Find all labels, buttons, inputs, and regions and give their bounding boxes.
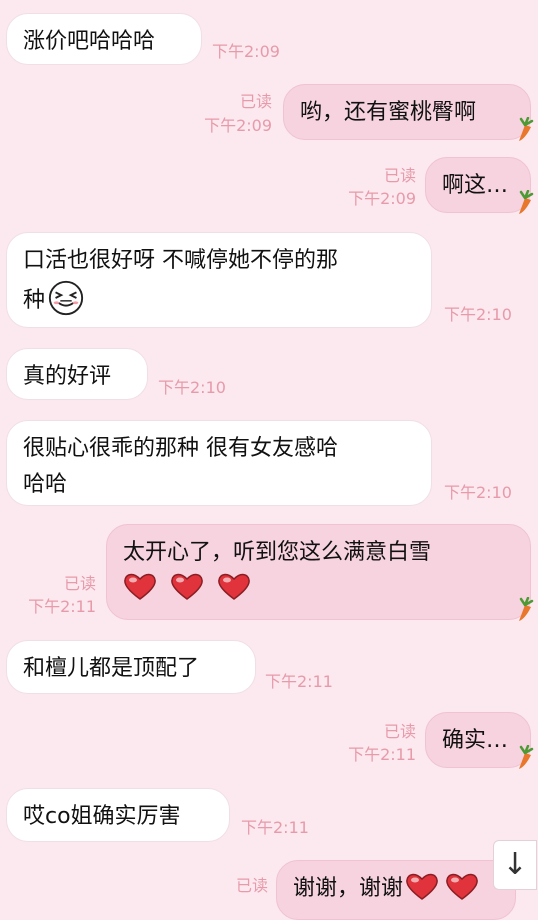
heart-icon — [218, 573, 250, 600]
message-bubble-incoming[interactable]: 和檀儿都是顶配了 — [6, 640, 256, 694]
message-bubble-outgoing[interactable]: 哟，还有蜜桃臀啊 — [283, 84, 531, 140]
read-receipt: 已读 — [63, 574, 96, 593]
message-bubble-incoming[interactable]: 哎co姐确实厉害 — [6, 788, 230, 842]
message-text: 太开心了，听到您这么满意白雪 — [123, 540, 432, 565]
message-text-line: 很贴心很乖的那种 很有女友感哈 — [23, 436, 338, 461]
read-receipt: 已读 — [383, 166, 416, 185]
message-time: 下午2:11 — [241, 818, 309, 837]
message-text: 真的好评 — [23, 364, 112, 389]
chat-area: 涨价吧哈哈哈 下午2:09 已读 下午2:09 哟，还有蜜桃臀啊 已读 下午2:… — [0, 0, 538, 920]
message-time: 下午2:09 — [348, 189, 416, 208]
heart-icon — [446, 873, 478, 900]
carrot-icon — [519, 597, 534, 621]
message-bubble-incoming[interactable]: 真的好评 — [6, 348, 148, 400]
heart-row — [123, 571, 514, 607]
message-time: 下午2:10 — [444, 305, 512, 324]
message-bubble-outgoing[interactable]: 太开心了，听到您这么满意白雪 — [106, 524, 531, 620]
message-bubble-incoming[interactable]: 涨价吧哈哈哈 — [6, 13, 202, 65]
message-time: 下午2:10 — [158, 378, 226, 397]
message-text: 哟，还有蜜桃臀啊 — [300, 100, 477, 125]
scroll-to-bottom-button[interactable]: ↓ — [493, 840, 537, 890]
arrow-down-icon: ↓ — [502, 847, 528, 882]
message-time: 下午2:09 — [204, 116, 272, 135]
heart-icon — [124, 573, 156, 600]
carrot-icon — [519, 190, 534, 214]
message-text-line: 口活也很好呀 不喊停她不停的那 — [23, 248, 338, 273]
message-text: 啊这… — [442, 173, 509, 198]
message-text: 和檀儿都是顶配了 — [23, 656, 200, 681]
read-receipt: 已读 — [383, 722, 416, 741]
carrot-icon — [519, 745, 534, 769]
message-time: 下午2:11 — [348, 745, 416, 764]
message-bubble-incoming[interactable]: 很贴心很乖的那种 很有女友感哈 哈哈 — [6, 420, 432, 506]
message-time: 下午2:11 — [265, 672, 333, 691]
message-text: 哎co姐确实厉害 — [23, 804, 181, 829]
message-time: 下午2:09 — [212, 42, 280, 61]
message-text: 涨价吧哈哈哈 — [23, 29, 156, 54]
message-time: 下午2:11 — [28, 597, 96, 616]
read-receipt: 已读 — [235, 876, 268, 895]
read-receipt: 已读 — [239, 92, 272, 111]
message-time: 下午2:10 — [444, 483, 512, 502]
heart-icon — [406, 873, 438, 900]
message-bubble-outgoing[interactable]: 谢谢，谢谢 — [276, 860, 516, 920]
message-text: 谢谢，谢谢 — [293, 876, 404, 901]
message-text-line: 哈哈 — [23, 472, 68, 497]
message-text-line: 种 — [23, 288, 46, 313]
laughing-face-icon — [48, 280, 84, 316]
carrot-icon — [519, 117, 534, 141]
heart-icon — [171, 573, 203, 600]
message-text: 确实… — [442, 728, 509, 753]
message-bubble-incoming[interactable]: 口活也很好呀 不喊停她不停的那 种 — [6, 232, 432, 328]
